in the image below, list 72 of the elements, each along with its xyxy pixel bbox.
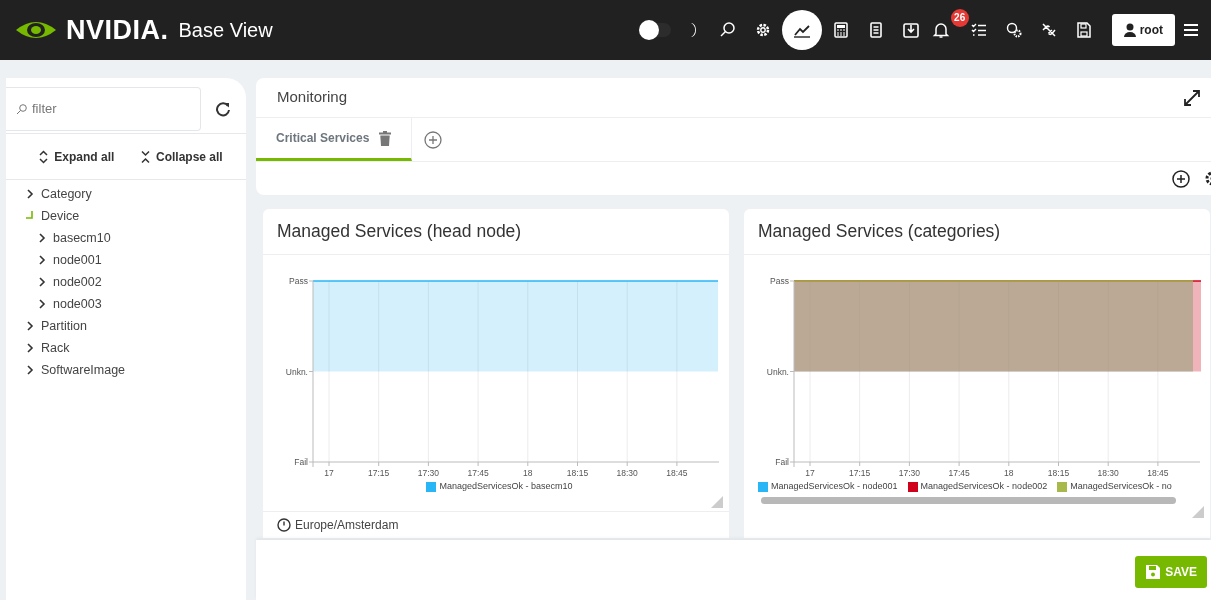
brand-logo: NVIDIA. — [66, 13, 169, 47]
legend-label: ManagedServicesOk - node001 — [771, 480, 898, 493]
tree-item[interactable]: Category — [26, 183, 246, 205]
theme-toggle-switch[interactable] — [637, 19, 674, 41]
calculator-icon — [831, 21, 850, 39]
legend-label: ManagedServicesOk - basecm10 — [439, 480, 573, 493]
tree-item[interactable]: node003 — [26, 293, 246, 315]
menu-icon — [1183, 23, 1199, 37]
search-icon — [718, 21, 737, 39]
timezone-label: Europe/Amsterdam — [295, 516, 399, 534]
x-tick-label: 17:30 — [898, 468, 921, 478]
y-tick-label: Unkn. — [285, 366, 308, 377]
tree-item[interactable]: node002 — [26, 271, 246, 293]
x-tick-label: 17:45 — [948, 468, 970, 478]
clock-icon — [277, 517, 291, 532]
panel-title: Managed Services (head node) — [277, 220, 522, 244]
refresh-button[interactable] — [215, 100, 231, 117]
panel-title: Managed Services (categories) — [758, 220, 1001, 244]
y-tick-label: Fail — [294, 457, 308, 467]
tree-item[interactable]: Partition — [26, 315, 246, 337]
x-tick-label: 18 — [523, 468, 533, 478]
tree-item[interactable]: basecm10 — [26, 227, 246, 249]
app-title: Base View — [178, 18, 273, 43]
legend-label: ManagedServicesOk - no — [1070, 480, 1172, 493]
x-tick-label: 18:30 — [616, 468, 638, 478]
x-tick-label: 17 — [805, 468, 815, 478]
tab[interactable]: Critical Services — [256, 118, 413, 161]
bell-icon — [931, 21, 950, 39]
resize-handle-icon — [1192, 505, 1204, 518]
expand-arrows-icon — [1183, 88, 1201, 107]
resize-handle-icon — [711, 495, 723, 508]
filter-field[interactable]: filter — [6, 86, 201, 131]
plus-circle-icon — [1172, 169, 1190, 188]
x-tick-label: 18:15 — [1047, 468, 1070, 478]
tree-item[interactable]: node001 — [26, 249, 246, 271]
add-panel-button[interactable] — [1172, 169, 1190, 188]
moon-icon — [689, 22, 696, 38]
collapse-all-button[interactable]: Collapse all — [140, 147, 223, 166]
x-tick-label: 17:30 — [417, 468, 440, 478]
tree-item[interactable]: SoftwareImage — [26, 359, 246, 381]
x-tick-label: 17:15 — [368, 468, 390, 478]
x-tick-label: 17 — [324, 468, 334, 478]
checklist-icon — [969, 21, 988, 39]
legend-label: ManagedServicesOk - node002 — [920, 480, 1048, 493]
y-tick-label: Unkn. — [766, 366, 789, 377]
fullscreen-button[interactable] — [1183, 88, 1201, 107]
x-tick-label: 18:45 — [1147, 468, 1169, 478]
expand-all-button[interactable]: Expand all — [39, 147, 115, 166]
user-button[interactable]: root — [1111, 14, 1175, 46]
y-tick-label: Fail — [775, 457, 789, 467]
tree-item[interactable]: Rack — [26, 337, 246, 359]
x-tick-label: 17:15 — [849, 468, 871, 478]
refresh-icon — [215, 100, 231, 117]
y-tick-label: Pass — [289, 276, 308, 286]
scrollbar[interactable] — [761, 496, 1176, 504]
expand-icon — [39, 149, 49, 164]
x-tick-label: 18 — [1004, 468, 1014, 478]
plus-circle-icon — [424, 130, 443, 149]
toolbar-button[interactable] — [781, 10, 822, 50]
collapse-icon — [140, 149, 150, 164]
y-tick-label: Pass — [770, 276, 789, 286]
user-icon — [1123, 23, 1136, 37]
x-tick-label: 17:45 — [467, 468, 489, 478]
x-tick-label: 18:30 — [1097, 468, 1119, 478]
section-title: Monitoring — [277, 87, 348, 108]
tree-item[interactable]: Device — [26, 205, 246, 227]
x-tick-label: 18:15 — [566, 468, 589, 478]
notification-count: 26 — [950, 9, 969, 27]
search-icon — [16, 103, 27, 115]
download-icon — [901, 21, 920, 39]
x-tick-label: 18:45 — [666, 468, 688, 478]
trash-icon — [379, 130, 392, 146]
